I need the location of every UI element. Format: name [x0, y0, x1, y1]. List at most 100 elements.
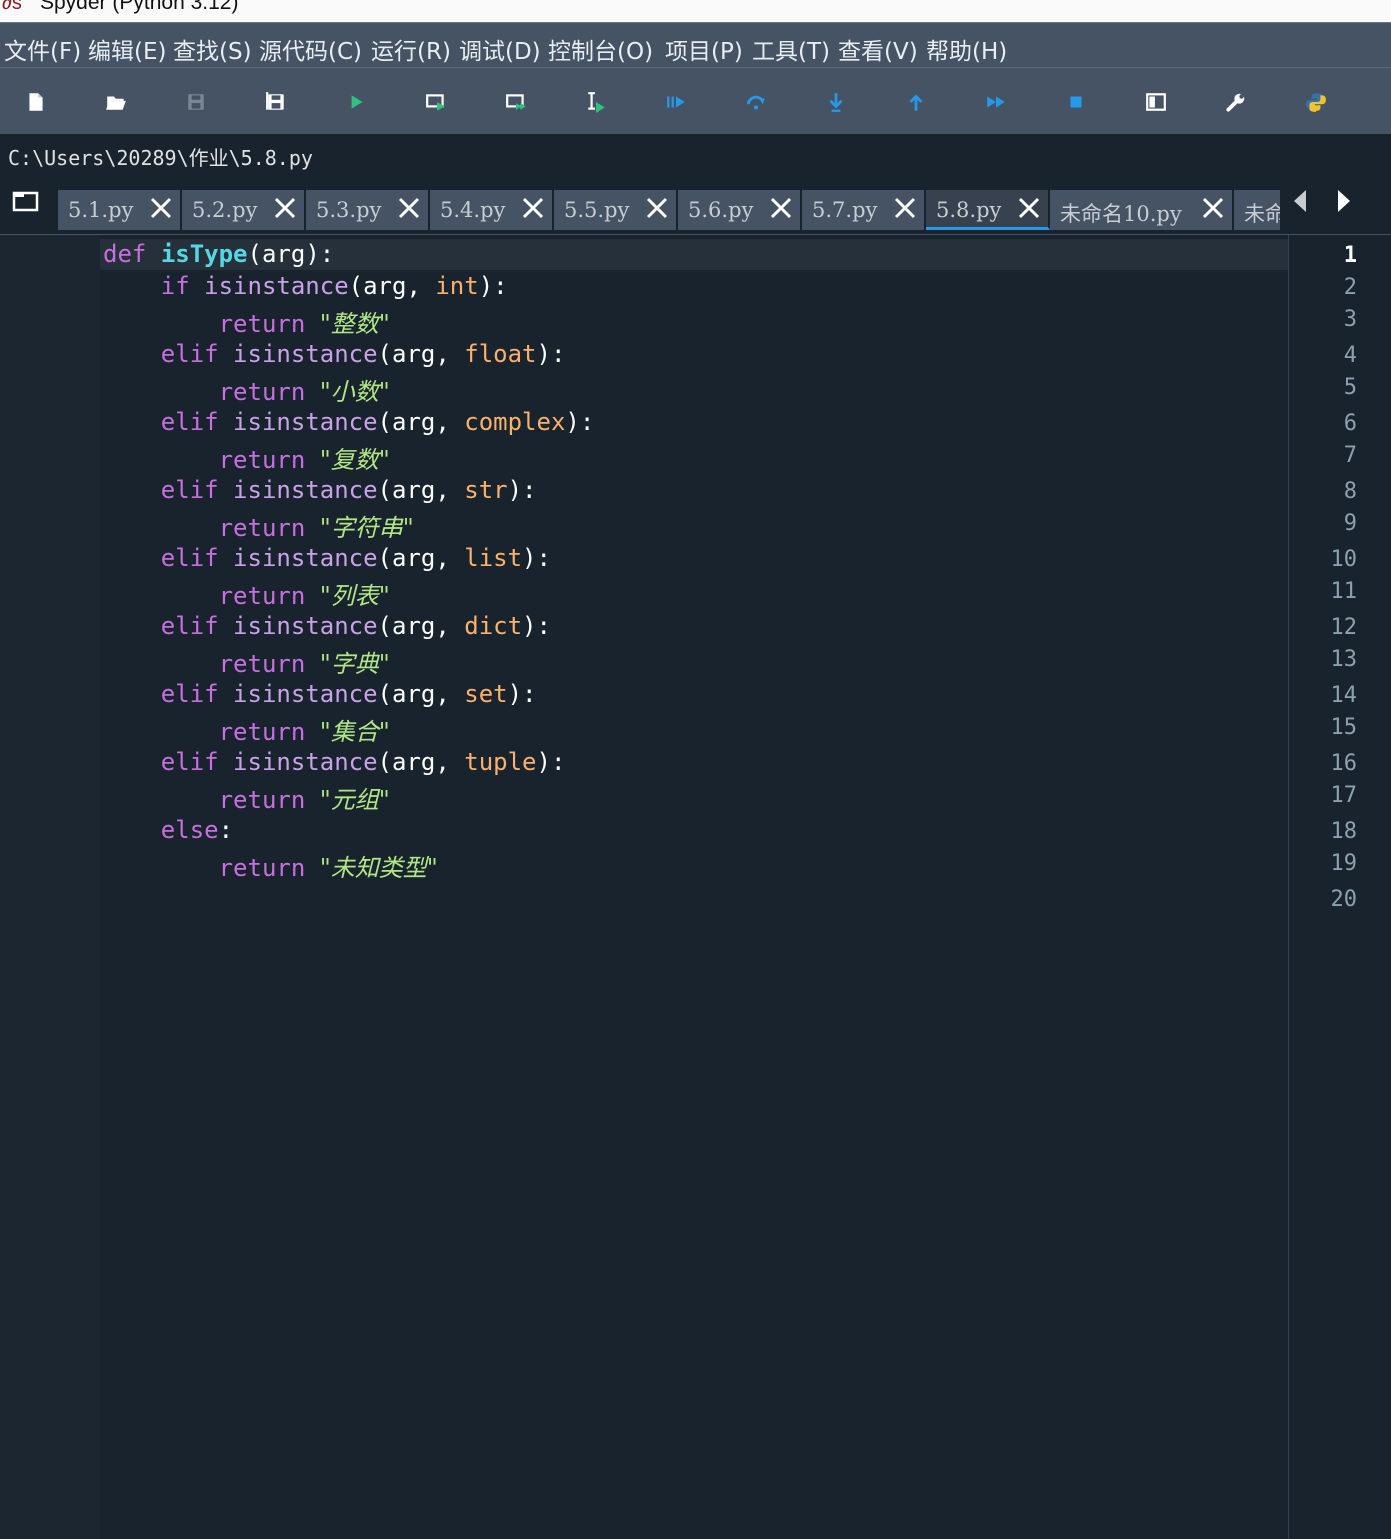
menu-debug[interactable]: 调试(D): [459, 32, 541, 66]
line-number: 3: [1343, 307, 1357, 332]
run-cell-icon[interactable]: [424, 90, 448, 114]
menu-projects[interactable]: 项目(P): [665, 32, 743, 66]
debug-step-over-icon[interactable]: [744, 90, 768, 114]
tab-5-1[interactable]: 5.1.py: [58, 190, 182, 230]
string-literal: "字符串": [319, 514, 414, 542]
code-text: (arg,: [377, 408, 465, 436]
line-number: 1: [1343, 243, 1357, 268]
close-icon[interactable]: [1200, 195, 1226, 221]
open-file-icon[interactable]: [104, 90, 128, 114]
tab-5-4[interactable]: 5.4.py: [430, 190, 554, 230]
tab-scroll-left-icon[interactable]: [1292, 188, 1308, 218]
close-icon[interactable]: [892, 195, 918, 221]
tab-label: 5.7.py: [812, 198, 878, 222]
tab-untitled-partial[interactable]: 未命: [1234, 190, 1280, 230]
code-text: (arg,: [377, 680, 465, 708]
line-number: 5: [1343, 375, 1357, 400]
keyword: elif: [160, 748, 219, 776]
keyword: else: [160, 816, 219, 844]
keyword: elif: [160, 408, 219, 436]
menu-source[interactable]: 源代码(C): [259, 32, 362, 66]
close-icon[interactable]: [768, 195, 794, 221]
menu-console[interactable]: 控制台(O): [548, 32, 653, 66]
code-editor[interactable]: 1 2 3 4 5 6 7 8 9 10 11 12 13 14 15 16 1…: [0, 235, 1391, 1539]
code-line: return "字符串": [103, 508, 414, 543]
code-line: return "字典": [103, 644, 390, 679]
menu-run[interactable]: 运行(R): [371, 32, 451, 66]
line-number: 20: [1330, 887, 1358, 912]
debug-continue-icon[interactable]: [984, 90, 1008, 114]
keyword: elif: [160, 476, 219, 504]
tab-label: 未命: [1244, 202, 1280, 226]
debug-step-return-icon[interactable]: [904, 90, 928, 114]
keyword: elif: [160, 544, 219, 572]
builtin: isinstance: [233, 340, 378, 368]
code-line: if isinstance(arg, int):: [103, 272, 508, 300]
code-line: return "集合": [103, 712, 390, 747]
close-icon[interactable]: [644, 195, 670, 221]
menu-help[interactable]: 帮助(H): [926, 32, 1007, 66]
code-text: (arg,: [348, 272, 436, 300]
edge-line: [1288, 235, 1289, 1539]
save-all-icon[interactable]: [264, 90, 288, 114]
tab-untitled-10[interactable]: 未命名10.py: [1050, 190, 1234, 230]
maximize-pane-icon[interactable]: [1144, 90, 1168, 114]
close-icon[interactable]: [148, 195, 174, 221]
preferences-icon[interactable]: [1224, 90, 1248, 114]
string-literal: "小数": [319, 378, 390, 406]
tab-5-6[interactable]: 5.6.py: [678, 190, 802, 230]
tab-5-5[interactable]: 5.5.py: [554, 190, 678, 230]
code-line: return "复数": [103, 440, 390, 475]
menu-view[interactable]: 查看(V): [838, 32, 918, 66]
menu-tools[interactable]: 工具(T): [752, 32, 830, 66]
spyder-logo-icon: ∂s: [2, 0, 22, 14]
code-line: elif isinstance(arg, set):: [103, 680, 537, 708]
close-icon[interactable]: [272, 195, 298, 221]
close-icon[interactable]: [1016, 195, 1042, 221]
line-number: 19: [1330, 851, 1358, 876]
tab-5-8[interactable]: 5.8.py: [926, 190, 1050, 230]
tab-5-7[interactable]: 5.7.py: [802, 190, 926, 230]
tab-label: 5.6.py: [688, 198, 754, 222]
close-icon[interactable]: [396, 195, 422, 221]
builtin: isinstance: [233, 680, 378, 708]
tab-5-2[interactable]: 5.2.py: [182, 190, 306, 230]
debug-stop-icon[interactable]: [1064, 90, 1088, 114]
tab-label: 5.4.py: [440, 198, 506, 222]
code-line: elif isinstance(arg, tuple):: [103, 748, 566, 776]
code-text: (arg):: [247, 240, 335, 268]
save-icon[interactable]: [184, 90, 208, 114]
string-literal: "未知类型": [319, 854, 438, 882]
code-text: ):: [478, 272, 508, 300]
run-selection-icon[interactable]: [584, 90, 608, 114]
line-number: 14: [1330, 683, 1358, 708]
close-icon[interactable]: [520, 195, 546, 221]
function-name: isType: [160, 240, 248, 268]
browse-tabs-icon[interactable]: [12, 190, 40, 218]
menu-edit[interactable]: 编辑(E): [88, 32, 166, 66]
string-literal: "列表": [319, 582, 390, 610]
new-file-icon[interactable]: [24, 90, 48, 114]
menu-search[interactable]: 查找(S): [173, 32, 252, 66]
python-path-icon[interactable]: [1304, 90, 1328, 114]
code-text: ):: [522, 544, 551, 572]
main-toolbar: [0, 67, 1391, 134]
debug-icon[interactable]: [664, 90, 688, 114]
line-number: 8: [1343, 479, 1357, 504]
run-icon[interactable]: [344, 90, 368, 114]
builtin: isinstance: [233, 476, 378, 504]
code-line: return "列表": [103, 576, 390, 611]
tab-5-3[interactable]: 5.3.py: [306, 190, 430, 230]
line-number-gutter: [0, 235, 100, 1539]
tab-label: 5.5.py: [564, 198, 630, 222]
tab-label: 5.2.py: [192, 198, 258, 222]
code-text: ):: [536, 748, 566, 776]
keyword: return: [218, 582, 306, 610]
menu-file[interactable]: 文件(F): [4, 32, 81, 66]
line-number: 11: [1330, 579, 1358, 604]
tab-scroll-right-icon[interactable]: [1336, 188, 1352, 218]
debug-step-into-icon[interactable]: [824, 90, 848, 114]
line-number: 4: [1343, 343, 1357, 368]
run-cell-advance-icon[interactable]: [504, 90, 528, 114]
menu-bar: 文件(F) 编辑(E) 查找(S) 源代码(C) 运行(R) 调试(D) 控制台…: [0, 22, 1391, 68]
